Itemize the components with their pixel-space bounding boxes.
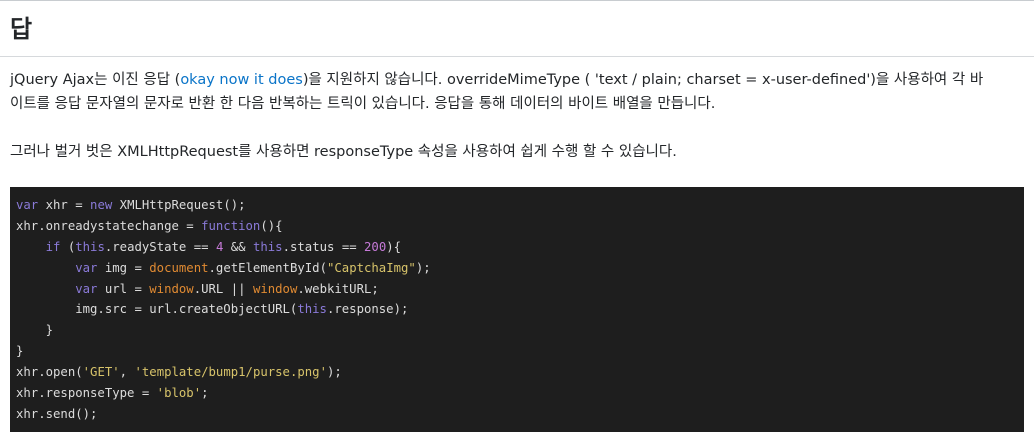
code-token: document (149, 260, 209, 275)
top-divider (0, 0, 1034, 1)
code-token: 'GET' (82, 365, 120, 380)
code-line: } (16, 341, 1018, 362)
code-token: .getElementById( (208, 260, 327, 275)
code-token: ; (201, 386, 209, 401)
code-token: ( (60, 239, 76, 254)
answer-heading: 답 (10, 15, 33, 43)
code-line: var img = document.getElementById("Captc… (16, 258, 1018, 279)
code-token: xhr.onreadystatechange = (16, 218, 202, 233)
code-token: 'template/bump1/purse.png' (134, 365, 327, 380)
code-token: function (201, 218, 261, 233)
code-block[interactable]: var xhr = new XMLHttpRequest(); xhr.onrea… (10, 187, 1024, 432)
code-line: img.src = url.createObjectURL(this.respo… (16, 299, 1018, 320)
para1-text-end: )을 지원하지 않습니다. overrideMimeType ( 'text /… (302, 72, 984, 88)
code-token: this (75, 239, 105, 254)
code-line: } (16, 320, 1018, 341)
code-line: if (this.readyState == 4 && this.status … (16, 237, 1018, 258)
code-token: .readyState == (104, 239, 216, 254)
code-token: XMLHttpRequest(); (112, 198, 246, 212)
code-token: ); (415, 260, 431, 275)
code-token: .webkitURL; (297, 281, 379, 296)
code-token: .URL || (193, 281, 253, 296)
code-token: && (223, 239, 253, 254)
code-line: xhr.responseType = 'blob'; (16, 383, 1018, 404)
code-token: img = (97, 260, 150, 275)
code-token: xhr.send(); (16, 406, 98, 421)
code-line: xhr.send(); (16, 404, 1018, 425)
code-token: new (90, 198, 113, 212)
code-token: } (16, 344, 24, 359)
code-token: ); (326, 365, 342, 380)
code-token: 'blob' (156, 386, 202, 401)
code-token: 200 (364, 239, 387, 254)
code-token: .status == (282, 239, 365, 254)
code-token: this (297, 302, 327, 317)
code-token: if (45, 239, 61, 254)
code-token: "CaptchaImg" (326, 260, 416, 275)
code-line: xhr.onreadystatechange = function(){ (16, 216, 1018, 237)
para1-text-start: jQuery Ajax는 이진 응답 ( (10, 72, 181, 88)
code-token: xhr = (38, 198, 91, 212)
okay-now-it-does-link[interactable]: okay now it does (180, 72, 303, 88)
para1-text-line2: 이트를 응답 문자열의 문자로 반환 한 다음 반복하는 트릭이 있습니다. 응… (10, 96, 716, 112)
code-token: ){ (386, 239, 402, 254)
code-token: var (75, 281, 98, 296)
code-token: url = (97, 281, 150, 296)
code-token: (){ (260, 218, 283, 233)
answer-paragraph-2: 그러나 벌거 벗은 XMLHttpRequest를 사용하면 responseT… (10, 144, 677, 160)
code-token: var (16, 198, 39, 212)
code-token: window (252, 281, 298, 296)
heading-divider (0, 56, 1034, 57)
code-token: .response); (326, 302, 409, 317)
code-token: window (149, 281, 194, 296)
code-token: , (119, 365, 135, 380)
code-line: xhr.open('GET', 'template/bump1/purse.pn… (16, 362, 1018, 383)
code-token: } (16, 323, 54, 338)
code-token: xhr.open( (16, 365, 83, 380)
answer-paragraph-1: jQuery Ajax는 이진 응답 (okay now it does)을 지… (10, 68, 1024, 116)
code-line: var url = window.URL || window.webkitURL… (16, 279, 1018, 300)
code-token: this (252, 239, 283, 254)
code-token: img.src = url.createObjectURL( (16, 302, 298, 317)
code-token: xhr.responseType = (16, 386, 157, 401)
code-token: var (75, 260, 98, 275)
code-line: var xhr = new XMLHttpRequest(); (16, 195, 1018, 216)
